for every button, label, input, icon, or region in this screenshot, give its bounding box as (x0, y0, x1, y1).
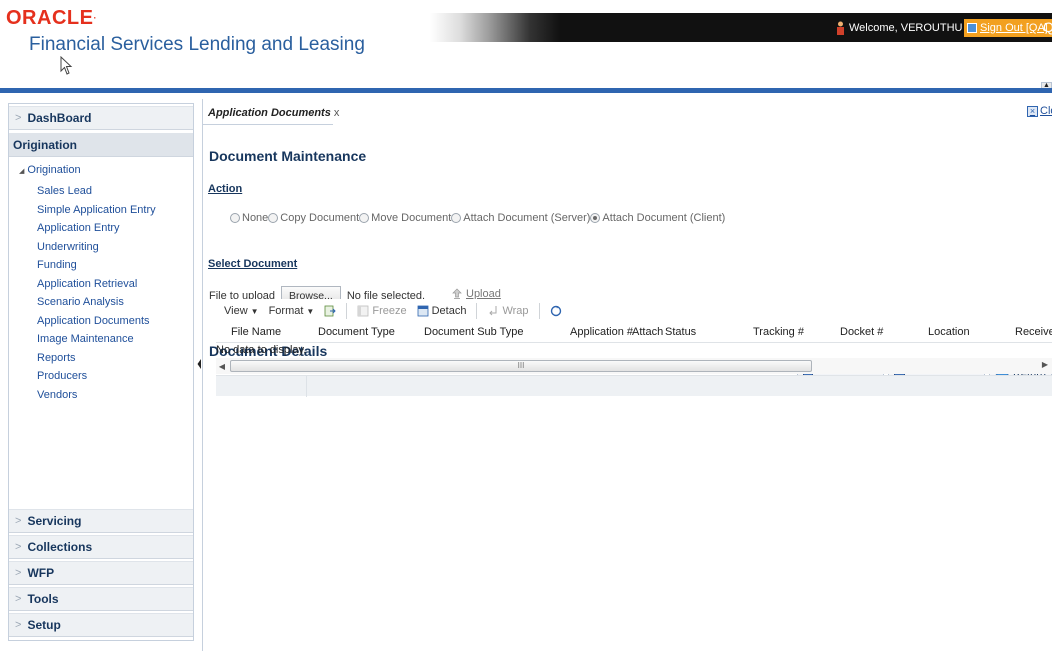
app-window: ORACLE· Financial Services Lending and L… (0, 0, 1052, 651)
chevron-right-icon: > (15, 112, 22, 124)
wrap-icon (489, 306, 497, 316)
sidebar-item-sales-lead[interactable]: Sales Lead (37, 182, 156, 201)
toolbar-separator (538, 303, 540, 319)
nav-section-setup[interactable]: > Setup (9, 613, 193, 637)
chevron-right-icon: > (15, 619, 22, 631)
nav-section-dashboard[interactable]: > DashBoard (9, 106, 193, 130)
horizontal-scrollbar[interactable]: ◀ III ▶ (216, 358, 1052, 374)
mouse-cursor-icon (60, 56, 73, 75)
tree-expand-icon: ◢ (19, 168, 25, 175)
export-button[interactable] (324, 305, 337, 317)
format-menu[interactable]: Format ▼ (269, 305, 315, 317)
origination-menu: Sales Lead Simple Application Entry Appl… (37, 182, 156, 404)
tree-node-label: Origination (27, 164, 81, 176)
chevron-right-icon: > (15, 567, 22, 579)
table-footer (216, 375, 1052, 397)
detach-button[interactable]: Detach (417, 305, 467, 317)
button-label: Detach (431, 305, 467, 317)
nav-section-label: Tools (27, 592, 59, 606)
nav-section-label: Origination (13, 138, 77, 152)
button-label: Freeze (372, 305, 407, 317)
scrollbar-thumb[interactable]: III (230, 360, 812, 372)
nav-section-origination[interactable]: Origination (9, 133, 193, 157)
column-header-tracking-number[interactable]: Tracking # (753, 326, 804, 338)
column-header-document-type[interactable]: Document Type (318, 326, 395, 338)
sidebar-item-vendors[interactable]: Vendors (37, 386, 156, 405)
button-label: Wrap (502, 305, 529, 317)
sidebar-item-application-retrieval[interactable]: Application Retrieval (37, 275, 156, 294)
table-header-row: File Name Document Type Document Sub Typ… (216, 323, 1052, 343)
refresh-button[interactable] (550, 305, 562, 317)
column-header-location[interactable]: Location (928, 326, 970, 338)
sidebar-item-application-documents[interactable]: Application Documents (37, 312, 156, 331)
grid-region: View ▼ Format ▼ Freeze Detach Wrap File … (202, 0, 1052, 651)
column-header-file-name[interactable]: File Name (231, 326, 281, 338)
table-toolbar: View ▼ Format ▼ Freeze Detach Wrap (216, 299, 1052, 323)
sidebar-item-application-entry[interactable]: Application Entry (37, 219, 156, 238)
no-data-message: No data to display. (216, 344, 307, 356)
nav-section-servicing[interactable]: > Servicing (9, 509, 193, 533)
nav-section-label: Setup (27, 618, 61, 632)
nav-section-tools[interactable]: > Tools (9, 587, 193, 611)
sidebar-item-underwriting[interactable]: Underwriting (37, 238, 156, 257)
sidebar-item-funding[interactable]: Funding (37, 256, 156, 275)
nav-section-label: Collections (27, 540, 93, 554)
column-header-document-sub-type[interactable]: Document Sub Type (424, 326, 523, 338)
chevron-right-icon: > (15, 515, 22, 527)
column-header-attach[interactable]: Attach (632, 326, 663, 338)
toolbar-separator (476, 303, 478, 319)
oracle-logo: ORACLE· (6, 7, 97, 29)
sidebar-item-simple-application-entry[interactable]: Simple Application Entry (37, 201, 156, 220)
nav-section-label: WFP (27, 566, 55, 580)
chevron-right-icon: > (15, 541, 22, 553)
view-menu[interactable]: View ▼ (224, 305, 259, 317)
wrap-button[interactable]: Wrap (487, 305, 529, 317)
sidebar-item-reports[interactable]: Reports (37, 349, 156, 368)
sidebar-item-producers[interactable]: Producers (37, 367, 156, 386)
chevron-down-icon: ▼ (306, 306, 315, 316)
sidebar-item-image-maintenance[interactable]: Image Maintenance (37, 330, 156, 349)
toolbar-separator (346, 303, 348, 319)
nav-section-label: Servicing (27, 514, 82, 528)
chevron-right-icon: > (15, 593, 22, 605)
left-navigation: > DashBoard Origination ◢ Origination Sal… (8, 103, 194, 641)
scroll-right-icon[interactable]: ▶ (1042, 360, 1048, 369)
sidebar-item-scenario-analysis[interactable]: Scenario Analysis (37, 293, 156, 312)
column-header-application-number[interactable]: Application # (570, 326, 633, 338)
detach-icon (417, 305, 428, 317)
nav-section-label: DashBoard (27, 111, 92, 125)
scroll-left-icon[interactable]: ◀ (216, 362, 228, 371)
menu-label: View (224, 305, 248, 317)
tree-node-origination[interactable]: ◢ Origination (19, 164, 81, 176)
nav-section-collections[interactable]: > Collections (9, 535, 193, 559)
freeze-button[interactable]: Freeze (357, 305, 407, 317)
nav-section-wfp[interactable]: > WFP (9, 561, 193, 585)
export-icon (324, 305, 337, 317)
column-header-status[interactable]: Status (665, 326, 696, 338)
column-header-docket-number[interactable]: Docket # (840, 326, 883, 338)
freeze-icon (357, 305, 369, 317)
chevron-down-icon: ▼ (250, 306, 259, 316)
column-header-received[interactable]: Received (1015, 326, 1052, 338)
menu-label: Format (268, 305, 304, 317)
column-divider (306, 376, 307, 397)
refresh-icon (550, 305, 561, 317)
